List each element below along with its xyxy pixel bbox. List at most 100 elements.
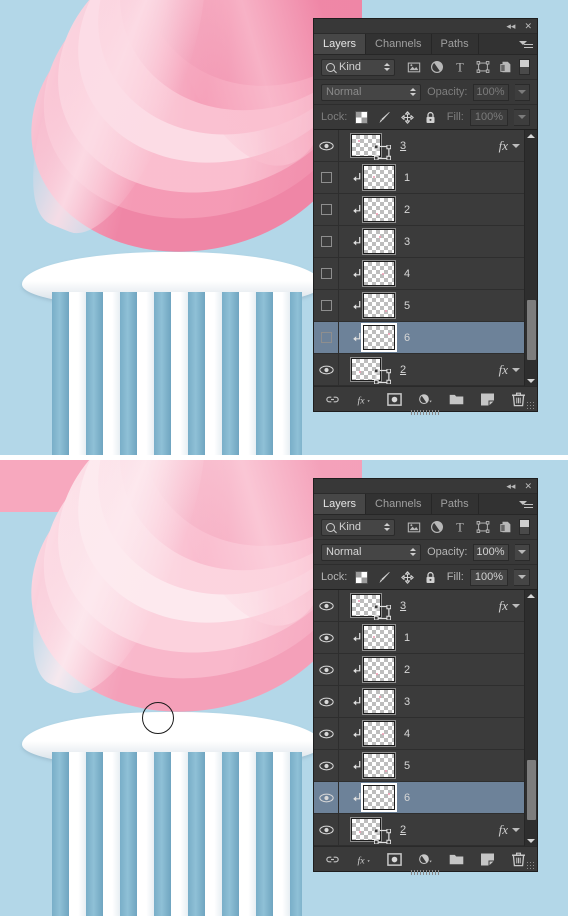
- layer-visibility-empty-icon[interactable]: [320, 236, 332, 247]
- lock-all-icon[interactable]: [424, 571, 437, 584]
- layer-row[interactable]: 6: [314, 782, 524, 814]
- layers-list-area[interactable]: 3 fx 1 2 3 4 5 6 2 fx: [314, 130, 537, 386]
- pixel-filter-icon[interactable]: [407, 60, 421, 74]
- layers-panel[interactable]: ◂◂ ✕ Layers Channels Paths Kind T Normal…: [313, 478, 538, 875]
- layer-name[interactable]: 6: [404, 792, 410, 804]
- layer-row[interactable]: 2 fx: [314, 354, 524, 386]
- scroll-down-arrow-icon[interactable]: [525, 375, 537, 386]
- layer-row[interactable]: 2 fx: [314, 814, 524, 846]
- layers-list[interactable]: 3 fx 1 2 3 4 5 6 2 fx: [314, 130, 524, 386]
- chevron-down-icon[interactable]: [512, 827, 520, 832]
- layer-row[interactable]: 3: [314, 226, 524, 258]
- layer-thumbnail[interactable]: [361, 323, 397, 352]
- lock-image-icon[interactable]: [378, 571, 391, 584]
- layers-panel[interactable]: ◂◂ ✕ Layers Channels Paths Kind T Normal…: [313, 18, 538, 415]
- opacity-stepper-icon[interactable]: [515, 83, 530, 101]
- tab-layers[interactable]: Layers: [314, 494, 367, 514]
- layer-name[interactable]: 3: [400, 140, 406, 152]
- new-adjustment-layer-icon[interactable]: [418, 392, 433, 407]
- layer-visibility-toggle[interactable]: [314, 654, 339, 685]
- lock-all-icon[interactable]: [424, 111, 437, 124]
- layers-scrollbar[interactable]: [524, 590, 537, 846]
- tab-paths[interactable]: Paths: [431, 494, 479, 514]
- layer-visibility-toggle[interactable]: [314, 130, 339, 161]
- tab-channels[interactable]: Channels: [366, 494, 432, 514]
- chevron-updown-icon[interactable]: [410, 548, 417, 556]
- tab-layers[interactable]: Layers: [314, 34, 367, 54]
- layer-thumbnail[interactable]: [362, 720, 396, 747]
- delete-layer-icon[interactable]: [511, 852, 526, 867]
- shape-filter-icon[interactable]: [476, 520, 490, 534]
- layer-row[interactable]: 2: [314, 194, 524, 226]
- scroll-up-arrow-icon[interactable]: [525, 130, 537, 141]
- layers-list[interactable]: 3 fx 1 2 3 4 5 6 2 fx: [314, 590, 524, 846]
- opacity-value[interactable]: 100%: [473, 83, 510, 101]
- lock-icons[interactable]: [355, 570, 437, 584]
- lock-icons[interactable]: [355, 110, 437, 124]
- layer-visibility-eye-icon[interactable]: [318, 141, 334, 151]
- resize-grip[interactable]: [526, 861, 535, 870]
- layer-thumbnail[interactable]: [362, 624, 396, 651]
- layer-visibility-eye-icon[interactable]: [318, 665, 334, 675]
- add-layer-mask-icon[interactable]: [387, 392, 402, 407]
- layer-visibility-toggle[interactable]: [314, 290, 339, 321]
- chevron-down-icon[interactable]: [512, 143, 520, 148]
- layer-visibility-eye-icon[interactable]: [318, 729, 334, 739]
- filter-toggle-switch[interactable]: [519, 59, 530, 75]
- layer-visibility-eye-icon[interactable]: [318, 633, 334, 643]
- blend-mode-select[interactable]: Normal: [321, 543, 422, 561]
- opacity-value[interactable]: 100%: [473, 543, 510, 561]
- layer-thumbnail[interactable]: [362, 196, 396, 223]
- layer-visibility-eye-icon[interactable]: [318, 825, 334, 835]
- chevron-updown-icon[interactable]: [410, 88, 417, 96]
- blend-row[interactable]: Normal Opacity: 100%: [314, 80, 537, 105]
- layer-visibility-toggle[interactable]: [314, 686, 339, 717]
- layer-row[interactable]: 3 fx: [314, 590, 524, 622]
- fill-value[interactable]: 100%: [469, 108, 508, 126]
- layer-name[interactable]: 3: [404, 696, 410, 708]
- layer-visibility-toggle[interactable]: [314, 750, 339, 781]
- layer-name[interactable]: 4: [404, 268, 410, 280]
- blend-row[interactable]: Normal Opacity: 100%: [314, 540, 537, 565]
- panel-drag-handle[interactable]: [410, 410, 441, 415]
- scroll-up-arrow-icon[interactable]: [525, 590, 537, 601]
- layer-row[interactable]: 3: [314, 686, 524, 718]
- layer-visibility-eye-icon[interactable]: [318, 697, 334, 707]
- layer-visibility-empty-icon[interactable]: [320, 204, 332, 215]
- layer-visibility-eye-icon[interactable]: [318, 761, 334, 771]
- layer-effects-indicator[interactable]: fx: [499, 362, 520, 378]
- layer-visibility-empty-icon[interactable]: [320, 172, 332, 183]
- layer-row[interactable]: 3 fx: [314, 130, 524, 162]
- blend-mode-select[interactable]: Normal: [321, 83, 422, 101]
- layer-visibility-toggle[interactable]: [314, 814, 339, 845]
- layer-thumbnail[interactable]: [362, 656, 396, 683]
- new-group-icon[interactable]: [449, 392, 464, 407]
- layer-name[interactable]: 6: [404, 332, 410, 344]
- new-adjustment-layer-icon[interactable]: [418, 852, 433, 867]
- layer-visibility-eye-icon[interactable]: [318, 793, 334, 803]
- scrollbar-thumb[interactable]: [527, 300, 536, 360]
- chevron-updown-icon[interactable]: [384, 523, 390, 531]
- layer-thumbnail[interactable]: [362, 752, 396, 779]
- tab-paths[interactable]: Paths: [431, 34, 479, 54]
- lock-transparency-icon[interactable]: [355, 570, 369, 584]
- layer-name[interactable]: 4: [404, 728, 410, 740]
- layer-name[interactable]: 5: [404, 300, 410, 312]
- fill-stepper-icon[interactable]: [514, 108, 530, 126]
- layer-row[interactable]: 1: [314, 622, 524, 654]
- panel-tabs[interactable]: Layers Channels Paths: [314, 34, 537, 55]
- layer-name[interactable]: 1: [404, 172, 410, 184]
- collapse-icon[interactable]: ◂◂: [506, 481, 515, 491]
- layer-visibility-toggle[interactable]: [314, 322, 339, 353]
- layer-name[interactable]: 2: [400, 824, 406, 836]
- layer-visibility-eye-icon[interactable]: [318, 365, 334, 375]
- layer-name[interactable]: 1: [404, 632, 410, 644]
- smart-object-filter-icon[interactable]: [499, 60, 513, 74]
- close-icon[interactable]: ✕: [524, 21, 532, 31]
- type-filter-icon[interactable]: T: [453, 60, 467, 74]
- layer-row[interactable]: 4: [314, 718, 524, 750]
- layer-visibility-toggle[interactable]: [314, 622, 339, 653]
- layer-row[interactable]: 2: [314, 654, 524, 686]
- layer-row[interactable]: 5: [314, 750, 524, 782]
- chevron-down-icon[interactable]: [512, 603, 520, 608]
